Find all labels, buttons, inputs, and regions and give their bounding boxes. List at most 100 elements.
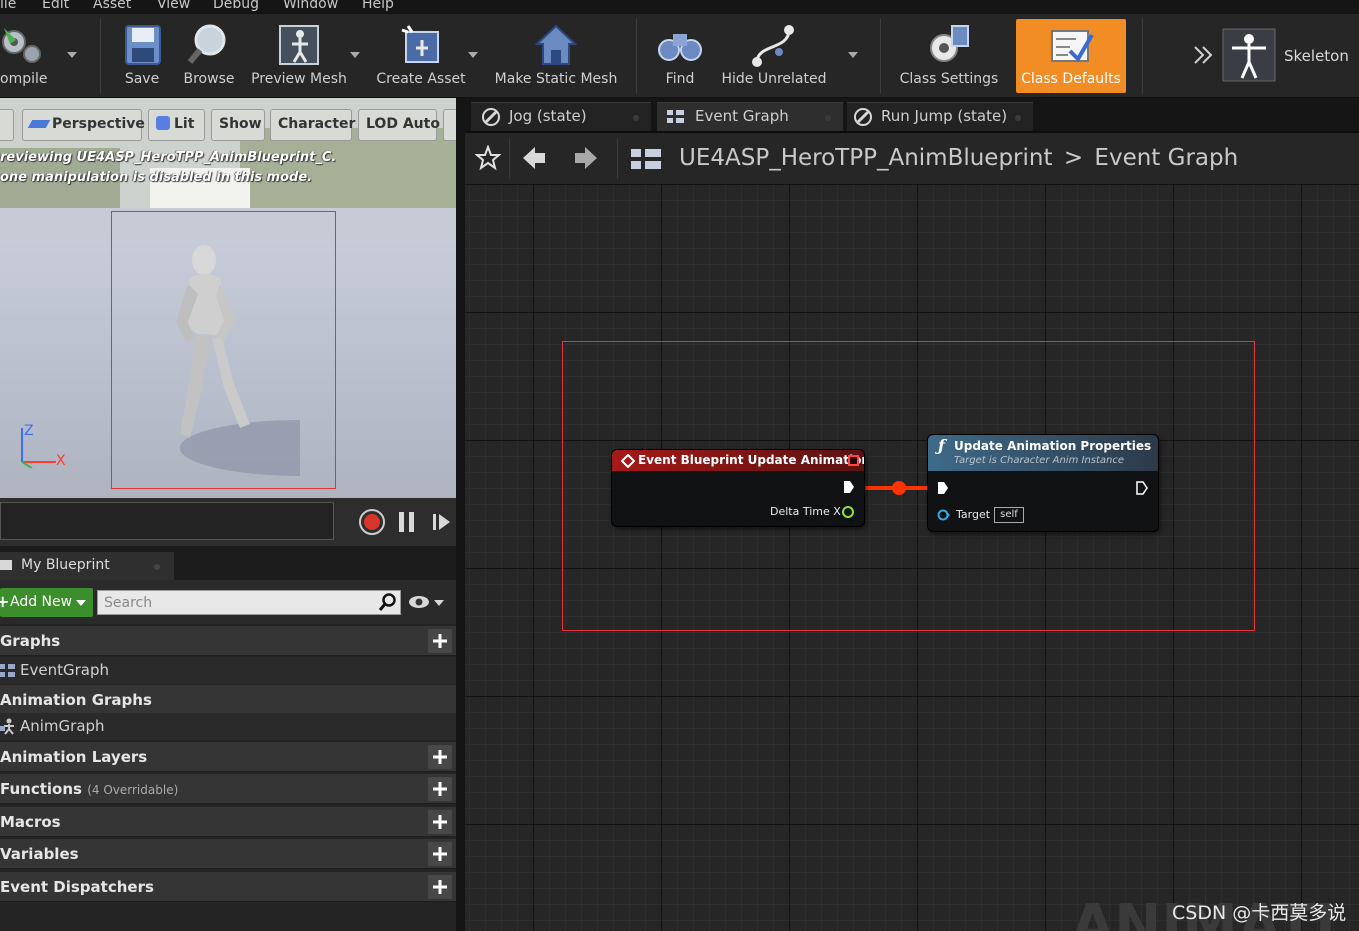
create-asset-button[interactable]: Create Asset — [374, 14, 468, 98]
preview-mesh-button[interactable]: Preview Mesh — [250, 14, 348, 98]
category-macros[interactable]: Macros — [0, 807, 456, 837]
graph-entry-eventgraph[interactable]: EventGraph — [0, 657, 456, 684]
compile-button[interactable]: ompile — [0, 14, 64, 98]
category-event-dispatchers[interactable]: Event Dispatchers — [0, 872, 456, 902]
axis-z-label: Z — [24, 423, 34, 439]
category-animation-layers[interactable]: Animation Layers — [0, 742, 456, 772]
exec-out-pin-icon[interactable] — [843, 480, 855, 494]
viewport-toolbar: Perspective Lit Show Character LOD Auto — [0, 98, 456, 148]
update-animation-properties-node[interactable]: ƒ Update Animation Properties Target is … — [928, 435, 1158, 531]
skeleton-mode-button[interactable]: Skeleton — [1222, 14, 1358, 98]
back-arrow-icon[interactable] — [521, 145, 547, 171]
target-self-value[interactable]: self — [994, 507, 1024, 523]
lit-button[interactable]: Lit — [148, 109, 205, 141]
preview-mesh-chevron-icon[interactable] — [350, 52, 360, 58]
viewport-options-button[interactable] — [0, 109, 14, 141]
tab-jog-state-close-icon[interactable] — [633, 115, 639, 121]
lod-auto-button[interactable]: LOD Auto — [358, 109, 440, 141]
anim-graph-icon — [0, 718, 14, 735]
lod-auto-label: LOD Auto — [366, 116, 440, 132]
class-defaults-button[interactable]: Class Defaults — [1016, 19, 1126, 93]
function-node-title: Update Animation Properties — [954, 439, 1152, 453]
delta-time-pin-label: Delta Time X — [770, 505, 841, 518]
tab-event-graph-close-icon[interactable] — [825, 115, 831, 121]
lit-label: Lit — [174, 116, 195, 132]
menu-asset[interactable]: Asset — [93, 0, 131, 12]
preview-viewport[interactable]: Perspective Lit Show Character LOD Auto … — [0, 98, 456, 498]
menu-debug[interactable]: Debug — [213, 0, 259, 12]
make-static-mesh-button[interactable]: Make Static Mesh — [494, 14, 618, 98]
add-new-label: Add New — [10, 594, 73, 610]
search-input[interactable] — [98, 591, 378, 614]
category-functions[interactable]: Functions (4 Overridable) — [0, 774, 456, 804]
create-asset-chevron-icon[interactable] — [468, 52, 478, 58]
tab-run-jump-state[interactable]: Run Jump (state) — [847, 102, 1033, 131]
view-options-chevron-icon[interactable] — [434, 600, 444, 606]
tab-jog-state[interactable]: Jog (state) — [471, 102, 651, 131]
add-macro-button[interactable] — [428, 810, 452, 834]
add-animation-layer-button[interactable] — [428, 745, 452, 769]
my-blueprint-tab-close-icon[interactable] — [154, 564, 160, 570]
perspective-button[interactable]: Perspective — [22, 109, 145, 141]
browse-magnifier-icon — [187, 24, 226, 64]
add-event-dispatcher-button[interactable] — [428, 875, 452, 899]
add-new-button[interactable]: + Add New — [0, 588, 93, 617]
hide-unrelated-button[interactable]: Hide Unrelated — [720, 14, 828, 98]
menu-view[interactable]: View — [157, 0, 190, 12]
viewport-more-button[interactable] — [443, 109, 456, 141]
event-graph-canvas[interactable]: Event Blueprint Update Animation Delta T… — [465, 184, 1359, 931]
category-animation-graphs[interactable]: Animation Graphs — [0, 685, 456, 715]
forward-arrow-icon[interactable] — [573, 145, 599, 171]
save-label: Save — [124, 71, 160, 87]
breadcrumb-blueprint[interactable]: UE4ASP_HeroTPP_AnimBlueprint — [679, 145, 1053, 171]
save-button[interactable]: Save — [112, 14, 172, 98]
pause-icon[interactable] — [396, 508, 418, 536]
panel-splitter[interactable] — [456, 98, 465, 931]
add-function-button[interactable] — [428, 777, 452, 801]
class-defaults-checklist-icon — [1051, 30, 1094, 63]
browse-button[interactable]: Browse — [180, 14, 238, 98]
show-button[interactable]: Show — [211, 109, 265, 141]
tab-event-graph[interactable]: Event Graph — [657, 102, 843, 131]
menu-help[interactable]: Help — [362, 0, 394, 12]
tab-run-jump-state-close-icon[interactable] — [1015, 115, 1021, 121]
create-asset-icon — [401, 25, 439, 63]
favorite-star-icon[interactable] — [475, 145, 501, 171]
find-binoculars-icon — [658, 34, 702, 61]
event-blueprint-update-animation-node[interactable]: Event Blueprint Update Animation Delta T… — [612, 450, 864, 526]
target-object-pin-icon[interactable] — [937, 508, 951, 522]
search-icon[interactable] — [378, 593, 397, 612]
find-button[interactable]: Find — [654, 14, 706, 98]
exec-out-pin-icon[interactable] — [1136, 481, 1148, 495]
class-settings-button[interactable]: Class Settings — [896, 14, 1002, 98]
add-variable-button[interactable] — [428, 842, 452, 866]
compile-gear-icon — [2, 28, 41, 63]
state-icon — [482, 108, 500, 126]
tab-run-jump-state-label: Run Jump (state) — [881, 107, 1008, 125]
menu-edit[interactable]: Edit — [42, 0, 69, 12]
delta-time-float-pin-icon[interactable] — [841, 505, 855, 519]
timeline-scrubber[interactable] — [0, 502, 334, 540]
menu-window[interactable]: Window — [283, 0, 338, 12]
category-animation-graphs-label: Animation Graphs — [0, 691, 152, 709]
exec-in-pin-icon[interactable] — [937, 481, 949, 495]
add-graph-button[interactable] — [428, 629, 452, 653]
character-button[interactable]: Character — [270, 109, 355, 141]
character-selection-box — [111, 211, 336, 489]
category-graphs[interactable]: Graphs — [0, 626, 456, 656]
menu-file[interactable]: ile — [0, 0, 16, 12]
preview-mesh-icon — [279, 25, 319, 65]
view-options-eye-icon[interactable] — [408, 594, 430, 610]
compile-options-chevron-icon[interactable] — [67, 52, 77, 58]
category-variables[interactable]: Variables — [0, 839, 456, 869]
event-delegate-pin-icon[interactable] — [848, 455, 859, 466]
my-blueprint-tab-row: My Blueprint — [0, 546, 456, 580]
graph-entry-animgraph[interactable]: AnimGraph — [0, 713, 456, 740]
toolbar-overflow-chevron-icon[interactable] — [1192, 44, 1214, 66]
event-graph-icon — [0, 664, 15, 677]
my-blueprint-tab[interactable]: My Blueprint — [0, 552, 174, 580]
step-forward-icon[interactable] — [430, 510, 454, 534]
breadcrumb-graph[interactable]: Event Graph — [1094, 145, 1238, 171]
record-icon[interactable] — [358, 508, 386, 536]
hide-unrelated-chevron-icon[interactable] — [848, 52, 858, 58]
